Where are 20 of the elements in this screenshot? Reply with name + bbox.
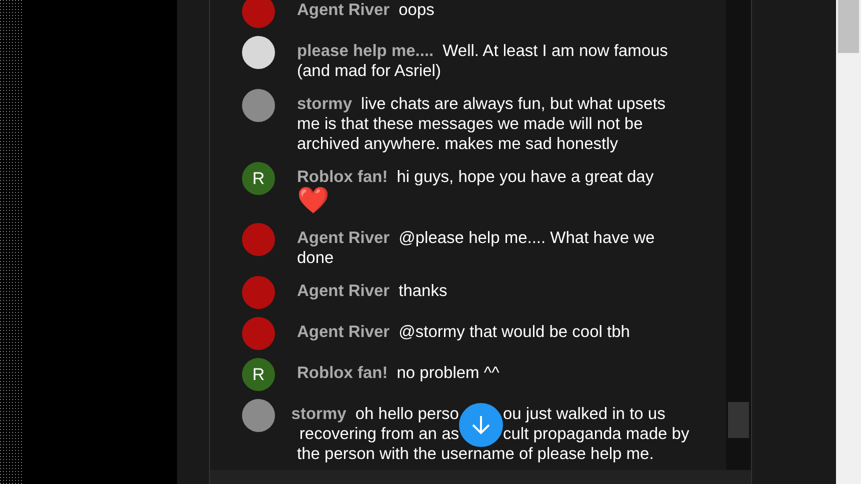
chat-message: stormy live chats are always fun, but what upsets me is that these messages we made will not be archived anywhere. makes me sad honestly: [297, 94, 667, 154]
chat-message: Agent River @please help me.... What have we done: [297, 228, 656, 268]
chat-message: Roblox fan! no problem ^^: [297, 363, 500, 383]
chat-message: please help me.... Well. At least I am now famous (and mad for Asriel): [297, 41, 669, 81]
user-avatar: R: [242, 358, 275, 391]
chat-message: Agent River thanks: [297, 281, 448, 301]
chat-message: recovering from an as: [299, 425, 459, 443]
chat-message: Agent River oops: [297, 0, 436, 20]
page-scrollbar[interactable]: [836, 0, 861, 484]
chat-message: Agent River @stormy that would be cool tbh: [297, 322, 631, 342]
chat-message: the person with the username of please help me.: [297, 445, 654, 463]
chat-message: oh hello perso: [355, 405, 459, 423]
chat-message: Roblox fan! hi guys, hope you have a great day: [297, 167, 655, 187]
chat-scrollbar[interactable]: [726, 0, 751, 470]
chat-message: cult propaganda made by: [503, 425, 690, 443]
scroll-down-button[interactable]: [459, 403, 503, 447]
user-avatar: R: [242, 162, 275, 195]
heart-emoji: ❤: [297, 187, 330, 215]
chat-message: ou just walked in to us: [503, 405, 666, 423]
author-name: stormy: [291, 405, 346, 423]
